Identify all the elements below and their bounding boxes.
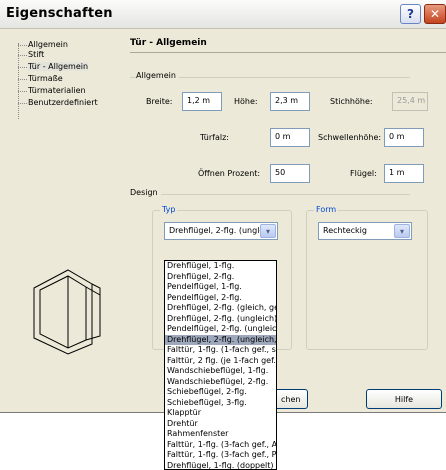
typ-option[interactable]: Schiebeflügel, 3-flg. bbox=[165, 398, 276, 408]
tree-item-benutzerdefiniert[interactable]: Benutzerdefiniert bbox=[28, 98, 98, 107]
typ-option[interactable]: Falttür, 1-flg. (3-fach gef., Pendel) bbox=[165, 450, 276, 460]
typ-group-label: Typ bbox=[160, 205, 178, 214]
panel-title: Tür - Allgemein bbox=[130, 38, 207, 48]
form-select[interactable]: Rechteckig ▾ bbox=[318, 222, 412, 240]
breite-field[interactable]: 1,2 m bbox=[182, 92, 222, 111]
typ-option[interactable]: Wandschiebeflügel, 2-flg. bbox=[165, 377, 276, 387]
oeffnen-prozent-label: Öffnen Prozent: bbox=[198, 169, 261, 178]
form-dropdown-arrow[interactable]: ▾ bbox=[394, 224, 410, 238]
typ-option[interactable]: Drehflügel, 2-flg. bbox=[165, 272, 276, 282]
tree-item-tuermasse[interactable]: Türmaße bbox=[28, 74, 63, 83]
tuerfalz-field[interactable]: 0 m bbox=[270, 128, 310, 147]
oeffnen-prozent-field[interactable]: 50 bbox=[270, 164, 310, 183]
typ-option[interactable]: Rahmenfenster bbox=[165, 429, 276, 439]
tree-item-stift[interactable]: Stift bbox=[28, 50, 44, 59]
typ-option[interactable]: Pendelflügel, 1-flg. bbox=[165, 282, 276, 292]
close-icon: ✕ bbox=[429, 7, 441, 21]
typ-option[interactable]: Drehflügel, 1-flg. bbox=[165, 261, 276, 271]
typ-option[interactable]: Wandschiebeflügel, 1-flg. bbox=[165, 366, 276, 376]
allgemein-group-label: Allgemein bbox=[136, 71, 179, 80]
typ-option[interactable]: Falttür, 2 flg. (je 1-fach gef., mittig) bbox=[165, 356, 276, 366]
typ-option[interactable]: Klapptür bbox=[165, 408, 276, 418]
tree-item-allgemein[interactable]: Allgemein bbox=[28, 40, 68, 49]
hoehe-field[interactable]: 2,3 m bbox=[270, 92, 310, 111]
chevron-down-icon: ▾ bbox=[265, 226, 270, 236]
typ-dropdown-arrow[interactable]: ▾ bbox=[260, 224, 276, 238]
stichhoehe-field: 25,4 m bbox=[392, 92, 428, 111]
typ-option[interactable]: Drehflügel, 2-flg. (ungleich) bbox=[165, 314, 276, 324]
tuerfalz-label: Türfalz: bbox=[200, 133, 229, 142]
form-group-label: Form bbox=[314, 205, 339, 214]
schwellenhoehe-field[interactable]: 0 m bbox=[384, 128, 424, 147]
typ-dropdown-list[interactable]: Drehflügel, 1-flg. Drehflügel, 2-flg. Pend… bbox=[164, 260, 277, 470]
panel-separator bbox=[130, 52, 446, 53]
tree-item-tuermaterialien[interactable]: Türmaterialien bbox=[28, 86, 86, 95]
hilfe-button[interactable]: Hilfe bbox=[366, 389, 442, 409]
typ-select[interactable]: Drehflügel, 2-flg. (ungleich, ... ▾ bbox=[164, 222, 278, 240]
typ-option[interactable]: Drehflügel, 2-flg. (ungleich, gegenläufi… bbox=[165, 334, 276, 345]
fluegel-field[interactable]: 1 m bbox=[384, 164, 424, 183]
question-icon: ? bbox=[407, 7, 414, 21]
dialog-title: Eigenschaften bbox=[6, 6, 113, 21]
typ-option[interactable]: Pendelflügel, 2-flg. bbox=[165, 293, 276, 303]
hilfe-button-label: Hilfe bbox=[394, 394, 414, 404]
fluegel-label: Flügel: bbox=[350, 169, 377, 178]
tree-item-tuer-allgemein[interactable]: Tür - Allgemein bbox=[28, 62, 89, 71]
schwellenhoehe-label: Schwellenhöhe: bbox=[318, 133, 382, 142]
typ-option[interactable]: Falttür, 1-flg. (3-fach gef., Anschlag) bbox=[165, 440, 276, 450]
typ-option[interactable]: Drehtür bbox=[165, 419, 276, 429]
typ-option[interactable]: Drehflügel, 2-flg. (gleich, gegenläufig) bbox=[165, 303, 276, 313]
typ-option[interactable]: Schiebeflügel, 2-flg. bbox=[165, 387, 276, 397]
design-group-label: Design bbox=[130, 188, 161, 197]
title-bar[interactable]: Eigenschaften ? ✕ bbox=[0, 0, 446, 29]
chevron-down-icon: ▾ bbox=[399, 226, 404, 236]
help-title-button[interactable]: ? bbox=[400, 4, 421, 24]
typ-option[interactable]: Falttür, 1-flg. (1-fach gef., seitlich) bbox=[165, 345, 276, 355]
hoehe-label: Höhe: bbox=[234, 97, 258, 106]
typ-select-value: Drehflügel, 2-flg. (ungleich, ... bbox=[169, 226, 261, 235]
design-group-line bbox=[130, 194, 410, 195]
breite-label: Breite: bbox=[146, 97, 173, 106]
form-select-value: Rechteckig bbox=[323, 226, 367, 235]
door-preview-image bbox=[33, 269, 101, 355]
partial-button-label: chen bbox=[281, 394, 301, 404]
typ-option[interactable]: Pendelflügel, 2-flg. (ungleich) bbox=[165, 324, 276, 334]
close-button[interactable]: ✕ bbox=[424, 4, 446, 24]
typ-option[interactable]: Drehflügel, 1-flg. (doppelt) bbox=[165, 461, 276, 470]
stichhoehe-label: Stichhöhe: bbox=[330, 97, 373, 106]
